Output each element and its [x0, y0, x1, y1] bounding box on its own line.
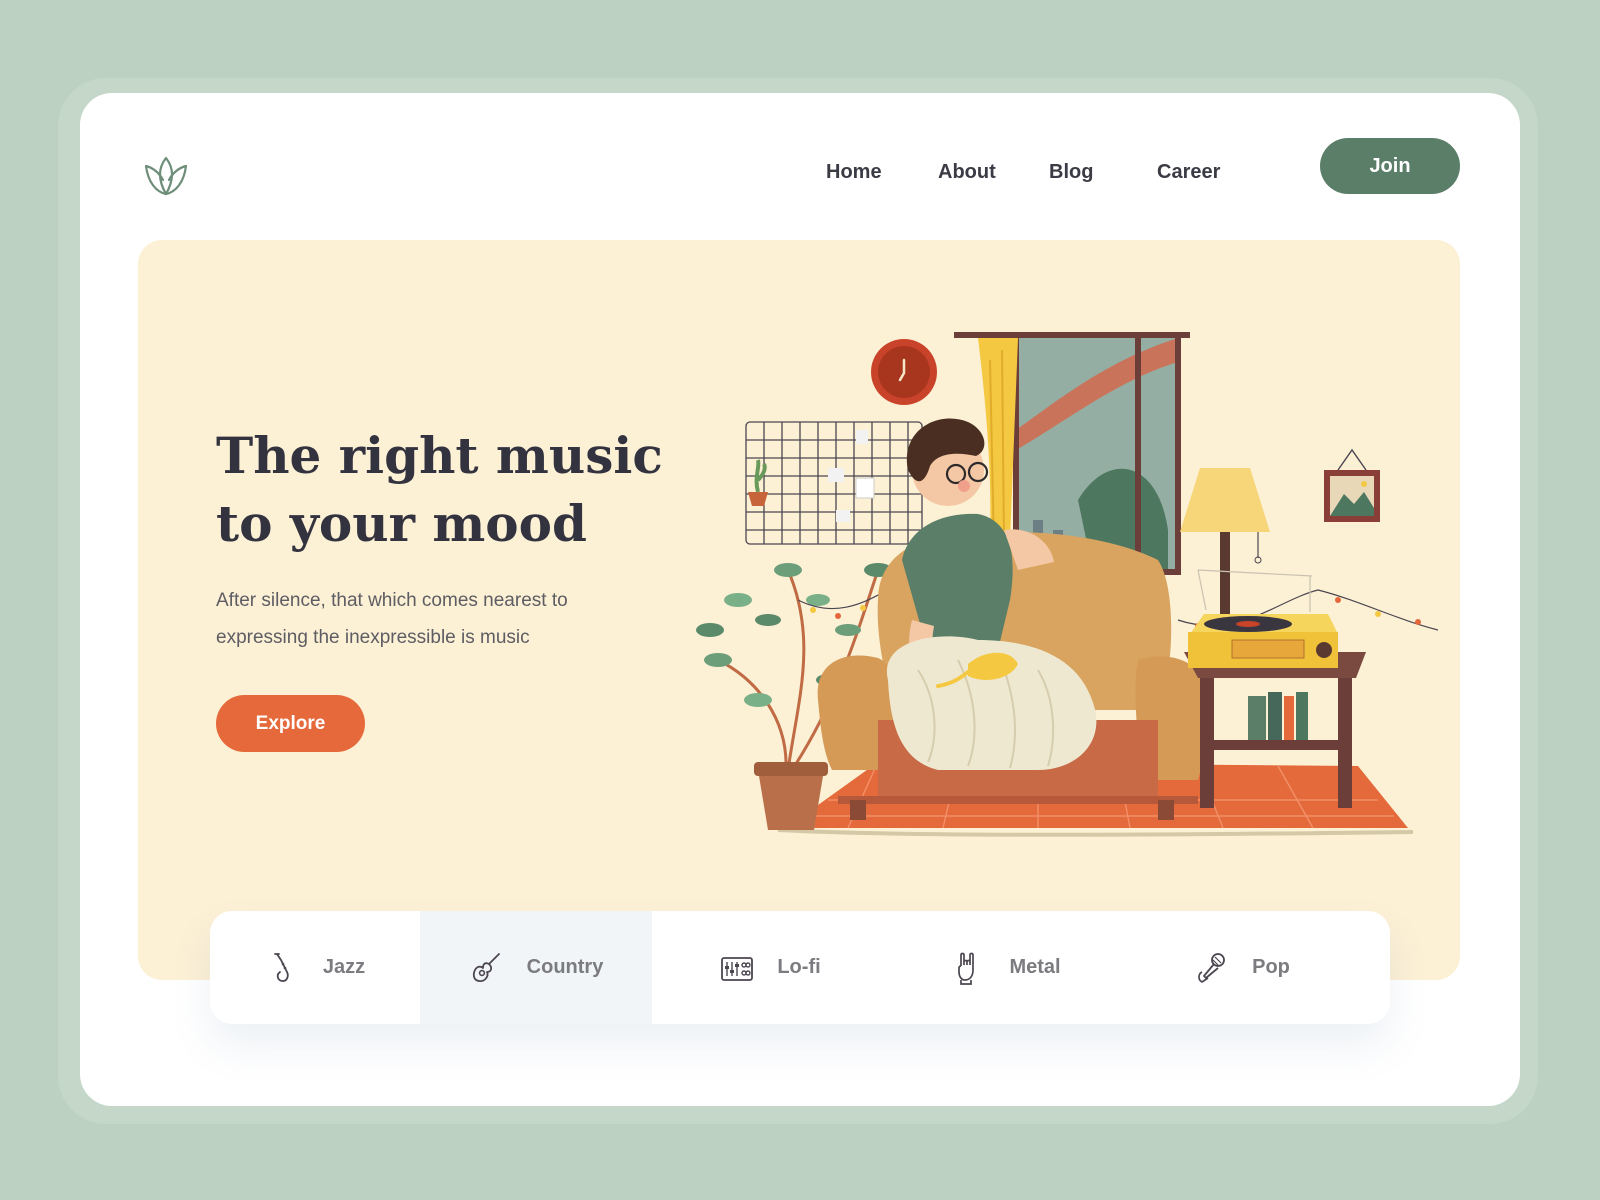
hero-title-line-1: The right music	[216, 426, 663, 485]
genre-label-metal: Metal	[1009, 956, 1061, 978]
nav-home-link[interactable]: Home	[826, 161, 882, 184]
hero-subtitle: After silence, that which comes nearest …	[216, 582, 606, 656]
guitar-icon	[472, 952, 500, 982]
landing-card: Home About Blog Career Join The right mu…	[80, 93, 1520, 1106]
genre-tab-lofi[interactable]: Lo-fi	[652, 911, 888, 1024]
genre-tab-jazz[interactable]: Jazz	[210, 911, 420, 1024]
mixer-icon	[721, 956, 754, 981]
genre-label-lofi: Lo-fi	[777, 956, 821, 978]
nav-blog-link[interactable]: Blog	[1049, 161, 1093, 184]
wall-grid-illustration	[745, 421, 923, 545]
genre-tab-bar: Jazz Country Lo-fi Metal Pop	[210, 911, 1390, 1024]
genre-label-country: Country	[526, 956, 604, 978]
hero-section: The right music to your mood After silen…	[138, 240, 1460, 980]
hero-title: The right music to your mood	[216, 422, 686, 558]
saxophone-icon	[273, 952, 289, 982]
explore-button[interactable]: Explore	[216, 695, 365, 752]
nav-about-link[interactable]: About	[938, 161, 996, 184]
genre-label-jazz: Jazz	[322, 956, 366, 978]
main-nav: Home About Blog Career	[80, 148, 1520, 204]
join-button[interactable]: Join	[1320, 138, 1460, 194]
wall-clock-illustration	[871, 339, 937, 405]
hero-title-line-2: to your mood	[216, 494, 587, 553]
hero-subtitle-line-2: expressing the inexpressible is music	[216, 627, 530, 648]
genre-label-pop: Pop	[1252, 956, 1290, 978]
genre-tab-pop[interactable]: Pop	[1124, 911, 1360, 1024]
picture-frame-illustration	[1324, 448, 1380, 522]
microphone-icon	[1198, 952, 1226, 983]
genre-tab-metal[interactable]: Metal	[888, 911, 1124, 1024]
nav-career-link[interactable]: Career	[1157, 161, 1220, 184]
rock-hand-icon	[958, 952, 975, 985]
genre-tab-country[interactable]: Country	[420, 911, 652, 1024]
hero-subtitle-line-1: After silence, that which comes nearest …	[216, 590, 568, 611]
record-player-illustration	[1188, 569, 1338, 668]
hero-illustration	[696, 332, 1438, 837]
